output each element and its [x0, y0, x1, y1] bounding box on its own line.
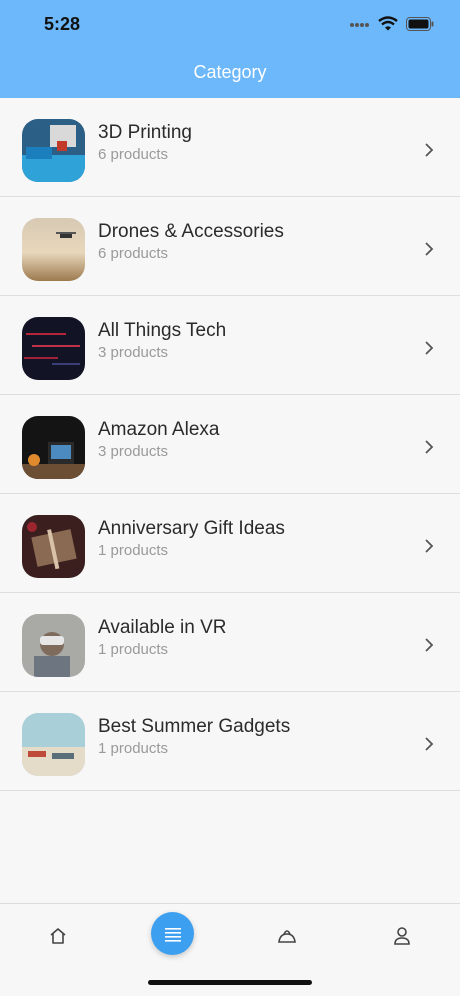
category-thumbnail	[22, 713, 85, 776]
app-header: 5:28 Category	[0, 0, 460, 98]
category-count: 6 products	[98, 146, 169, 163]
category-thumbnail	[22, 416, 85, 479]
category-name: Anniversary Gift Ideas	[98, 518, 285, 539]
cellular-signal-icon	[350, 22, 369, 27]
status-bar: 5:28	[0, 0, 460, 50]
category-name: All Things Tech	[98, 320, 227, 341]
category-name: 3D Printing	[98, 122, 192, 143]
bag-icon	[278, 930, 296, 943]
page-title: Category	[193, 62, 267, 82]
tab-home[interactable]	[42, 920, 74, 952]
category-count: 6 products	[98, 245, 169, 262]
chevron-right-icon	[425, 737, 434, 751]
category-thumbnail	[22, 515, 85, 578]
category-thumbnail	[22, 317, 85, 380]
status-icons	[350, 16, 434, 31]
chevron-right-icon	[425, 143, 434, 157]
category-list: 3D Printing 6 products Drones & Accessor…	[0, 98, 460, 791]
category-name: Drones & Accessories	[98, 221, 284, 242]
category-name: Best Summer Gadgets	[98, 716, 291, 737]
chevron-right-icon	[425, 440, 434, 454]
battery-icon	[406, 16, 434, 31]
category-name: Available in VR	[98, 617, 227, 638]
tab-category[interactable]	[151, 912, 194, 955]
category-row-summer-gadgets[interactable]: Best Summer Gadgets 1 products	[0, 692, 460, 791]
tab-profile[interactable]	[386, 920, 418, 952]
category-row-all-things-tech[interactable]: All Things Tech 3 products	[0, 296, 460, 395]
chevron-right-icon	[425, 539, 434, 553]
category-thumbnail	[22, 119, 85, 182]
chevron-right-icon	[425, 242, 434, 256]
chevron-right-icon	[425, 638, 434, 652]
category-count: 3 products	[98, 443, 169, 460]
home-icon	[50, 928, 66, 944]
category-count: 1 products	[98, 641, 169, 658]
chevron-right-icon	[425, 341, 434, 355]
category-thumbnail	[22, 218, 85, 281]
profile-icon	[394, 927, 410, 945]
category-row-available-in-vr[interactable]: Available in VR 1 products	[0, 593, 460, 692]
category-row-anniversary-gifts[interactable]: Anniversary Gift Ideas 1 products	[0, 494, 460, 593]
category-row-amazon-alexa[interactable]: Amazon Alexa 3 products	[0, 395, 460, 494]
category-row-3d-printing[interactable]: 3D Printing 6 products	[0, 98, 460, 197]
category-thumbnail	[22, 614, 85, 677]
home-indicator	[148, 980, 312, 985]
status-time: 5:28	[44, 14, 81, 34]
list-icon	[164, 927, 181, 942]
category-name: Amazon Alexa	[98, 419, 220, 440]
tab-cart[interactable]	[271, 920, 303, 952]
category-count: 3 products	[98, 344, 169, 361]
category-row-drones[interactable]: Drones & Accessories 6 products	[0, 197, 460, 296]
category-count: 1 products	[98, 542, 169, 559]
category-count: 1 products	[98, 740, 169, 757]
wifi-icon	[378, 16, 398, 31]
